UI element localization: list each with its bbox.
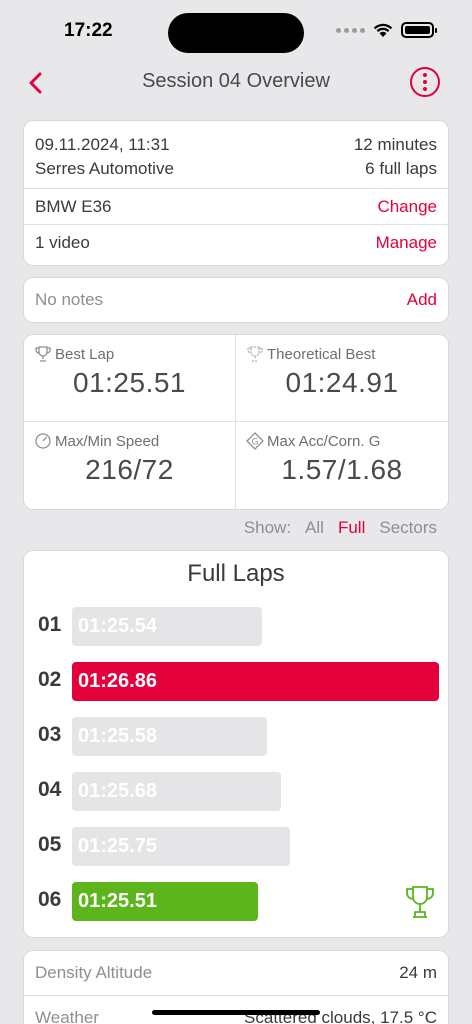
altitude-row: Density Altitude 24 m — [24, 951, 448, 995]
altitude-label: Density Altitude — [35, 963, 153, 982]
lap-time: 01:25.75 — [78, 835, 157, 857]
theoretical-best-label: Theoretical Best — [267, 345, 376, 363]
notes-card: No notes Add — [23, 277, 449, 323]
lap-number: 06 — [38, 888, 62, 911]
car-name: BMW E36 — [35, 196, 112, 216]
wifi-icon — [373, 23, 393, 37]
lap-time: 01:25.51 — [78, 890, 157, 912]
notes-text: No notes — [35, 290, 104, 309]
dynamic-island — [168, 13, 304, 53]
filter-full[interactable]: Full — [338, 518, 365, 538]
filter-sectors[interactable]: Sectors — [379, 518, 437, 538]
lap-row: 01 01:25.54 — [24, 607, 448, 647]
speedometer-icon — [35, 433, 51, 449]
add-notes-button[interactable]: Add — [407, 290, 437, 310]
session-track: Serres Automotive — [35, 159, 174, 178]
laps-title: Full Laps — [187, 560, 285, 587]
g-force-icon: G — [246, 432, 264, 450]
theoretical-best-value: 01:24.91 — [285, 367, 399, 398]
lap-row: 03 01:25.58 — [24, 717, 448, 757]
lap-row: 05 01:25.75 — [24, 827, 448, 867]
stats-card: Best Lap 01:25.51 Theoretical Best 01:24… — [23, 334, 449, 510]
lap-number: 03 — [38, 723, 62, 746]
status-time: 17:22 — [64, 20, 113, 41]
nav-bar: Session 04 Overview — [0, 60, 472, 106]
speed-label: Max/Min Speed — [55, 432, 160, 450]
theoretical-best-stat: Theoretical Best 01:24.91 — [236, 335, 448, 422]
lap-number: 01 — [38, 613, 62, 636]
session-duration: 12 minutes — [353, 135, 437, 154]
lap-time: 01:26.86 — [78, 670, 157, 692]
status-icons — [336, 22, 437, 38]
videos-row: 1 video Manage — [24, 224, 448, 260]
lap-time: 01:25.58 — [78, 725, 157, 747]
lap-bar[interactable]: 01:25.58 — [72, 717, 267, 756]
speed-stat: Max/Min Speed 216/72 — [24, 422, 236, 509]
weather-label: Weather — [35, 1007, 99, 1024]
lap-bar[interactable]: 01:25.75 — [72, 827, 290, 866]
best-lap-label: Best Lap — [55, 345, 115, 363]
cellular-signal-icon — [336, 27, 365, 33]
lap-filter: Show: All Full Sectors — [244, 518, 437, 538]
manage-videos-button[interactable]: Manage — [376, 233, 437, 253]
best-lap-trophy-icon — [406, 886, 434, 918]
lap-number: 05 — [38, 833, 62, 856]
acceleration-value: 1.57/1.68 — [281, 454, 403, 485]
video-count: 1 video — [35, 232, 90, 252]
lap-number: 04 — [38, 778, 62, 801]
more-options-icon[interactable] — [410, 67, 440, 97]
lap-bar[interactable]: 01:25.51 — [72, 882, 258, 921]
change-car-button[interactable]: Change — [377, 197, 437, 217]
speed-value: 216/72 — [85, 454, 174, 485]
session-datetime: 09.11.2024, 11:31 — [35, 135, 170, 154]
car-row: BMW E36 Change — [24, 188, 448, 224]
lap-row: 04 01:25.68 — [24, 772, 448, 812]
status-bar: 17:22 — [0, 0, 472, 60]
best-lap-stat: Best Lap 01:25.51 — [24, 335, 236, 422]
lap-bar[interactable]: 01:26.86 — [72, 662, 439, 701]
lap-row: 02 01:26.86 — [24, 662, 448, 702]
page-title: Session 04 Overview — [142, 70, 330, 92]
acceleration-label: Max Acc/Corn. G — [267, 432, 381, 450]
filter-label: Show: — [243, 518, 292, 537]
trophy-icon — [35, 346, 51, 362]
acceleration-stat: G Max Acc/Corn. G 1.57/1.68 — [236, 422, 448, 509]
lap-bar[interactable]: 01:25.68 — [72, 772, 281, 811]
lap-row: 06 01:25.51 — [24, 882, 448, 922]
session-laps-summary: 6 full laps — [365, 159, 437, 178]
home-indicator — [152, 1010, 320, 1015]
trophy-outline-icon — [247, 346, 263, 362]
lap-number: 02 — [38, 668, 62, 691]
best-lap-value: 01:25.51 — [73, 367, 186, 398]
laps-card: Full Laps 01 01:25.54 02 01:26.86 03 01:25.58… — [23, 550, 449, 938]
lap-time: 01:25.54 — [78, 615, 157, 637]
lap-bar[interactable]: 01:25.54 — [72, 607, 262, 646]
session-info-card: 09.11.2024, 11:31 Serres Automotive 12 m… — [23, 120, 449, 266]
battery-icon — [401, 22, 437, 38]
svg-text:G: G — [252, 438, 259, 448]
lap-time: 01:25.68 — [78, 780, 157, 802]
filter-all[interactable]: All — [305, 518, 324, 538]
altitude-value: 24 m — [399, 963, 437, 982]
